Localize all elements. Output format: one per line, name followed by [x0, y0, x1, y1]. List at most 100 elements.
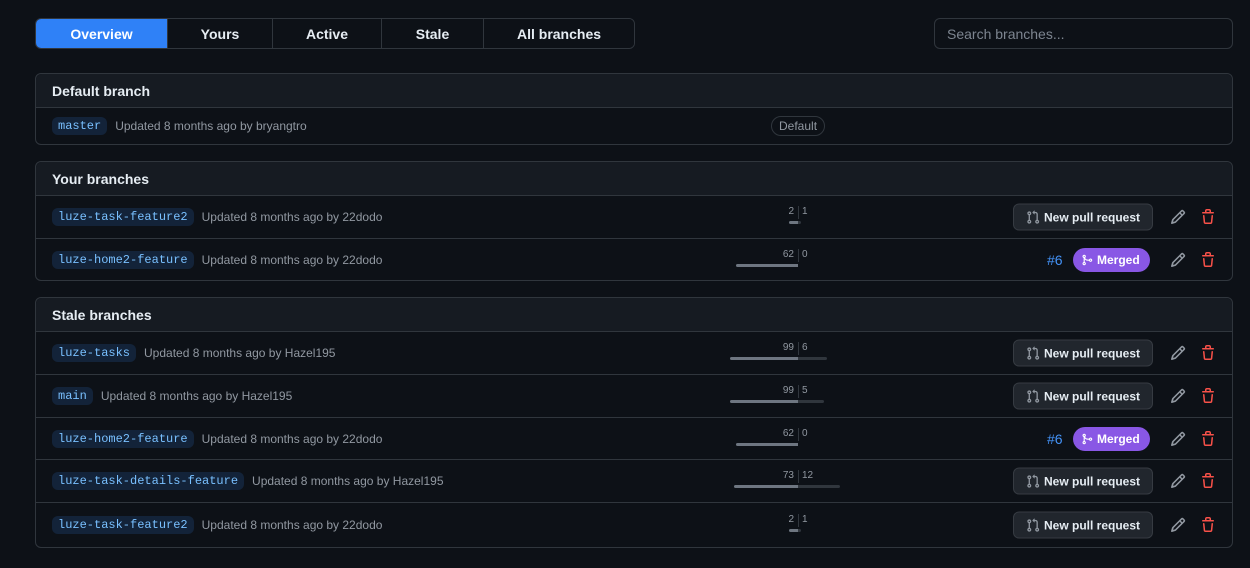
updated-text: Updated 8 months ago by 22dodo — [201, 431, 383, 446]
merged-label: Merged — [1097, 431, 1140, 446]
behind-bar — [736, 264, 798, 267]
branch-name[interactable]: main — [52, 387, 93, 405]
updated-text: Updated 8 months ago by 22dodo — [201, 210, 383, 224]
pencil-icon[interactable] — [1169, 472, 1187, 490]
new-pull-request-button[interactable]: New pull request — [1013, 203, 1154, 231]
updated-text: Updated 8 months ago by Hazel195 — [144, 346, 336, 360]
ahead-count: 0 — [802, 427, 808, 439]
new-pull-request-button[interactable]: New pull request — [1013, 382, 1154, 410]
behind-bar — [789, 221, 798, 224]
behind-count: 99 — [782, 385, 794, 396]
updated-text: Updated 8 months ago by Hazel195 — [100, 389, 293, 403]
tab-yours[interactable]: Yours — [168, 19, 273, 48]
stale-branches-box: Stale branches luze-tasks Updated 8 mont… — [35, 297, 1233, 548]
branch-name[interactable]: luze-home2-feature — [52, 251, 194, 269]
branch-name[interactable]: luze-task-feature2 — [52, 516, 194, 534]
ahead-count: 6 — [802, 342, 808, 353]
new-pull-request-label: New pull request — [1044, 389, 1141, 403]
your-branches-header: Your branches — [36, 162, 1232, 196]
ahead-behind-indicator: 2 1 — [698, 513, 898, 537]
updated-text: Updated 8 months ago by Hazel195 — [252, 474, 444, 488]
pencil-icon[interactable] — [1169, 516, 1187, 534]
ahead-behind-indicator: 62 0 — [698, 427, 898, 451]
ahead-count: 5 — [802, 385, 808, 396]
pull-request-link[interactable]: #6 — [1047, 252, 1063, 268]
pencil-icon[interactable] — [1169, 251, 1187, 269]
trash-icon[interactable] — [1199, 430, 1217, 448]
branch-name[interactable]: luze-tasks — [52, 344, 137, 362]
branch-name[interactable]: luze-home2-feature — [52, 429, 194, 448]
behind-count: 2 — [788, 514, 794, 525]
ahead-behind-indicator: 62 0 — [698, 248, 898, 272]
updated-text: Updated 8 months ago by bryangtro — [115, 119, 307, 133]
branch-row: luze-tasks Updated 8 months ago by Hazel… — [36, 332, 1232, 375]
branch-row: luze-task-details-feature Updated 8 mont… — [36, 460, 1232, 503]
branch-row: main Updated 8 months ago by Hazel195 99… — [36, 375, 1232, 418]
branch-row: master Updated 8 months ago by bryangtro… — [36, 108, 1232, 144]
stale-branches-header: Stale branches — [36, 298, 1232, 332]
behind-count: 62 — [782, 249, 794, 260]
ahead-bar — [798, 400, 824, 403]
pencil-icon[interactable] — [1169, 344, 1187, 362]
pencil-icon[interactable] — [1169, 208, 1187, 226]
trash-icon[interactable] — [1199, 516, 1217, 534]
new-pull-request-label: New pull request — [1044, 474, 1141, 488]
updated-text: Updated 8 months ago by 22dodo — [201, 518, 383, 532]
git-pull-request-icon — [1027, 474, 1040, 488]
behind-count: 62 — [782, 427, 794, 439]
ahead-bar — [798, 529, 801, 532]
git-pull-request-icon — [1027, 518, 1040, 532]
behind-bar — [734, 485, 798, 488]
ahead-bar — [798, 485, 840, 488]
new-pull-request-label: New pull request — [1044, 210, 1141, 224]
tab-overview[interactable]: Overview — [36, 19, 168, 48]
behind-count: 99 — [782, 342, 794, 353]
branch-row: luze-task-feature2 Updated 8 months ago … — [36, 196, 1232, 239]
branch-name[interactable]: luze-task-details-feature — [52, 472, 245, 490]
trash-icon[interactable] — [1199, 387, 1217, 405]
pull-request-link[interactable]: #6 — [1047, 431, 1063, 447]
new-pull-request-button[interactable]: New pull request — [1013, 511, 1154, 539]
ahead-bar — [798, 357, 827, 360]
git-pull-request-icon — [1027, 210, 1040, 224]
behind-bar — [730, 400, 798, 403]
branch-name[interactable]: master — [52, 117, 108, 135]
behind-count: 73 — [782, 470, 794, 481]
pencil-icon[interactable] — [1169, 387, 1187, 405]
trash-icon[interactable] — [1199, 251, 1217, 269]
merged-badge: Merged — [1073, 248, 1150, 272]
trash-icon[interactable] — [1199, 472, 1217, 490]
tab-all-branches[interactable]: All branches — [484, 19, 634, 48]
ahead-behind-indicator: 73 12 — [698, 469, 898, 493]
trash-icon[interactable] — [1199, 208, 1217, 226]
merged-badge: Merged — [1073, 426, 1150, 451]
ahead-behind-indicator: 99 6 — [698, 341, 898, 365]
default-branch-box: Default branch master Updated 8 months a… — [35, 73, 1233, 145]
branch-row: luze-home2-feature Updated 8 months ago … — [36, 418, 1232, 460]
behind-count: 2 — [788, 206, 794, 217]
behind-bar — [789, 529, 798, 532]
ahead-count: 12 — [802, 470, 814, 481]
tab-stale[interactable]: Stale — [382, 19, 484, 48]
search-branches-input[interactable] — [934, 18, 1233, 49]
branch-name[interactable]: luze-task-feature2 — [52, 208, 194, 226]
ahead-behind-indicator: 99 5 — [698, 384, 898, 408]
git-pull-request-icon — [1027, 346, 1040, 360]
trash-icon[interactable] — [1199, 344, 1217, 362]
default-badge: Default — [771, 116, 826, 136]
tab-active[interactable]: Active — [273, 19, 382, 48]
default-branch-header: Default branch — [36, 74, 1232, 108]
your-branches-box: Your branches luze-task-feature2 Updated… — [35, 161, 1233, 281]
branch-row: luze-task-feature2 Updated 8 months ago … — [36, 503, 1232, 547]
merged-label: Merged — [1097, 253, 1140, 267]
pencil-icon[interactable] — [1169, 430, 1187, 448]
new-pull-request-button[interactable]: New pull request — [1013, 467, 1154, 495]
git-merge-icon — [1082, 433, 1093, 444]
git-pull-request-icon — [1027, 389, 1040, 403]
new-pull-request-label: New pull request — [1044, 346, 1141, 360]
ahead-bar — [798, 221, 801, 224]
new-pull-request-button[interactable]: New pull request — [1013, 339, 1154, 367]
updated-text: Updated 8 months ago by 22dodo — [201, 253, 383, 267]
git-merge-icon — [1082, 254, 1093, 266]
behind-bar — [730, 357, 798, 360]
